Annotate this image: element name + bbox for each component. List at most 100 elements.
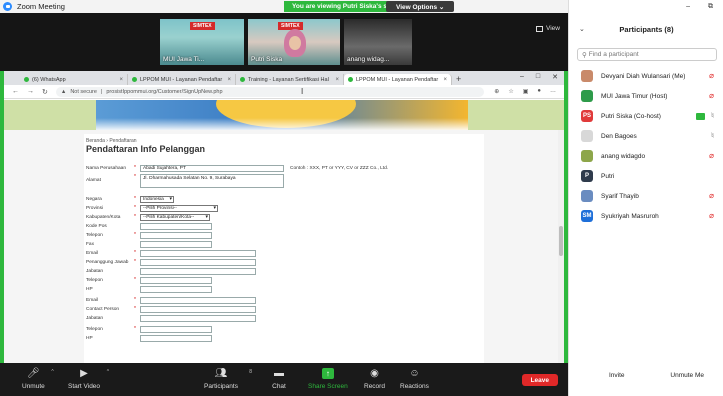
participant-item[interactable]: anang widagdo ⌀ [569,146,723,166]
company-name-input[interactable]: Abadi Sujahtera, PT [140,164,284,172]
favorite-icon[interactable]: ☆ [508,88,513,95]
pic-phone-input[interactable] [140,276,212,284]
invite-button[interactable]: Invite [609,372,625,379]
back-icon[interactable]: ← [12,88,19,95]
chevron-up-icon[interactable]: ^ [51,369,53,375]
microphone-muted-icon: 🎤︎ [27,368,40,379]
video-thumbnail[interactable]: SIMTEX Putri Siska [248,19,340,65]
browser-tab-bar: (6) WhatsApp × LPPOM MUI - Layanan Penda… [4,71,564,85]
video-thumbnail[interactable]: anang widag... [344,19,412,65]
participant-item[interactable]: Den Bagoes ♮ [569,126,723,146]
shared-screen: (6) WhatsApp × LPPOM MUI - Layanan Penda… [0,71,568,363]
close-tab-icon[interactable]: × [227,77,231,83]
pic-name-input[interactable] [140,258,256,266]
contact-position-input[interactable] [140,314,256,322]
fax-input[interactable] [140,240,212,248]
pic-hp-input[interactable] [140,285,212,293]
find-participant-input[interactable]: ⚲ Find a participant [577,48,717,61]
close-tab-icon[interactable]: × [335,77,339,83]
chat-button[interactable]: ▬ Chat [272,367,286,390]
participant-name: Devyani Diah Wulansari (Me) [601,72,686,80]
phone-input[interactable] [140,231,212,239]
field-label: Negara [86,196,102,202]
close-tab-icon[interactable]: × [443,77,447,83]
page-scrollbar[interactable] [558,130,564,363]
form-row-contact: Contact Person * [86,305,256,313]
participant-item[interactable]: P Putri [569,166,723,186]
unmute-button[interactable]: 🎤︎ ^ Unmute [22,367,54,390]
control-label: Unmute [22,383,45,390]
minimize-icon[interactable]: – [520,73,524,81]
panel-window-controls: – ⧉ [569,0,723,13]
new-tab-icon[interactable]: + [456,74,461,85]
collections-icon[interactable]: ▣ [523,88,529,95]
view-options-button[interactable]: View Options ⌄ [386,1,455,12]
contact-hp-input[interactable] [140,334,212,342]
browser-tab[interactable]: LPPOM MUI - Layanan Pendaftar × [128,74,236,85]
participant-name: Syukriyah Masruroh [601,212,659,220]
popout-icon[interactable]: ⧉ [708,3,713,11]
form-row-hp2: HP [86,334,212,342]
maximize-icon[interactable]: □ [536,73,540,81]
form-row-phone2: Telepon * [86,276,212,284]
form-row-province: Provinsi * --Pilih Provinsi-- [86,204,218,212]
form-row-email: Email * [86,249,256,257]
pic-email-input[interactable] [140,296,256,304]
reactions-button[interactable]: ☺ Reactions [400,367,429,390]
city-select[interactable]: --Pilih Kabupaten/Kota-- [140,213,210,221]
participant-status: ♮ [696,112,714,120]
video-off-icon: ▶︎ [80,368,88,379]
participant-item[interactable]: SM Syukriyah Masruroh ⌀ [569,206,723,226]
field-label: Jabatan [86,315,104,321]
whatsapp-favicon-icon [24,77,29,82]
more-icon[interactable]: … [550,88,556,95]
close-tab-icon[interactable]: × [119,77,123,83]
address-textarea[interactable]: Jl. Dharmahusada Selatan No. 9, Surabaya [140,174,284,188]
record-button[interactable]: ◉ Record [364,367,385,390]
contact-person-input[interactable] [140,305,256,313]
unmute-me-button[interactable]: Unmute Me [670,372,704,379]
participants-button[interactable]: 👥︎ 8 Participants [204,367,252,390]
close-window-icon[interactable]: ✕ [552,73,558,81]
field-hint: Contoh : XXX, PT or YYY, CV or ZZZ Co., … [290,165,389,171]
postal-code-input[interactable] [140,222,212,230]
pic-position-input[interactable] [140,267,256,275]
email-input[interactable] [140,249,256,257]
province-select[interactable]: --Pilih Provinsi-- [140,204,218,212]
address-bar[interactable]: ▲ Not secure | prosistIppommui.org/Custo… [55,86,484,97]
chevron-up-icon[interactable]: ^ [107,369,109,375]
participant-item[interactable]: Devyani Diah Wulansari (Me) ⌀ [569,66,723,86]
participant-item[interactable]: PS Putri Siska (Co-host) ♮ [569,106,723,126]
form-container: Beranda › Pendaftaran Pendaftaran Info P… [84,134,484,363]
browser-tab[interactable]: (6) WhatsApp × [20,74,128,85]
reload-icon[interactable]: ↻ [42,88,48,96]
microphone-muted-icon: ⌀ [709,191,714,200]
scrollbar-thumb[interactable] [559,226,563,256]
avatar [581,70,593,82]
share-screen-icon: ↑ [321,368,334,379]
leave-button[interactable]: Leave [521,374,558,386]
start-video-button[interactable]: ▶︎ ^ Start Video [68,367,109,390]
country-select[interactable]: Indonesia [140,195,174,203]
browser-tab-active[interactable]: LPPOM MUI - Layanan Pendaftar × [344,74,452,85]
browser-tab[interactable]: Training - Layanan Sertifikasi Hal × [236,74,344,85]
participant-name: Syarif Thayib [601,192,639,200]
share-screen-button[interactable]: ↑ Share Screen [308,367,348,390]
video-thumbnail[interactable]: SIMTEX MUI Jawa Ti... [160,19,244,65]
view-button[interactable]: View [536,25,560,32]
separator: | [100,88,103,95]
profile-icon[interactable]: ● [537,88,541,95]
contact-phone-input[interactable] [140,325,212,333]
participant-item[interactable]: Syarif Thayib ⌀ [569,186,723,206]
web-page: Beranda › Pendaftaran Pendaftaran Info P… [4,100,564,363]
participants-count: 8 [249,369,252,375]
participant-item[interactable]: MUI Jawa Timur (Host) ⌀ [569,86,723,106]
thumbnail-name: Putri Siska [251,56,283,63]
forward-icon[interactable]: → [27,88,34,95]
meeting-controls: 🎤︎ ^ Unmute ▶︎ ^ Start Video 👥︎ 8 Partic… [0,363,568,396]
site-favicon-icon [132,77,137,82]
zoom-icon[interactable]: ⊕ [494,88,499,95]
microphone-icon: ♮ [711,111,714,120]
field-label: Fax [86,241,94,247]
minimize-icon[interactable]: – [686,3,690,10]
